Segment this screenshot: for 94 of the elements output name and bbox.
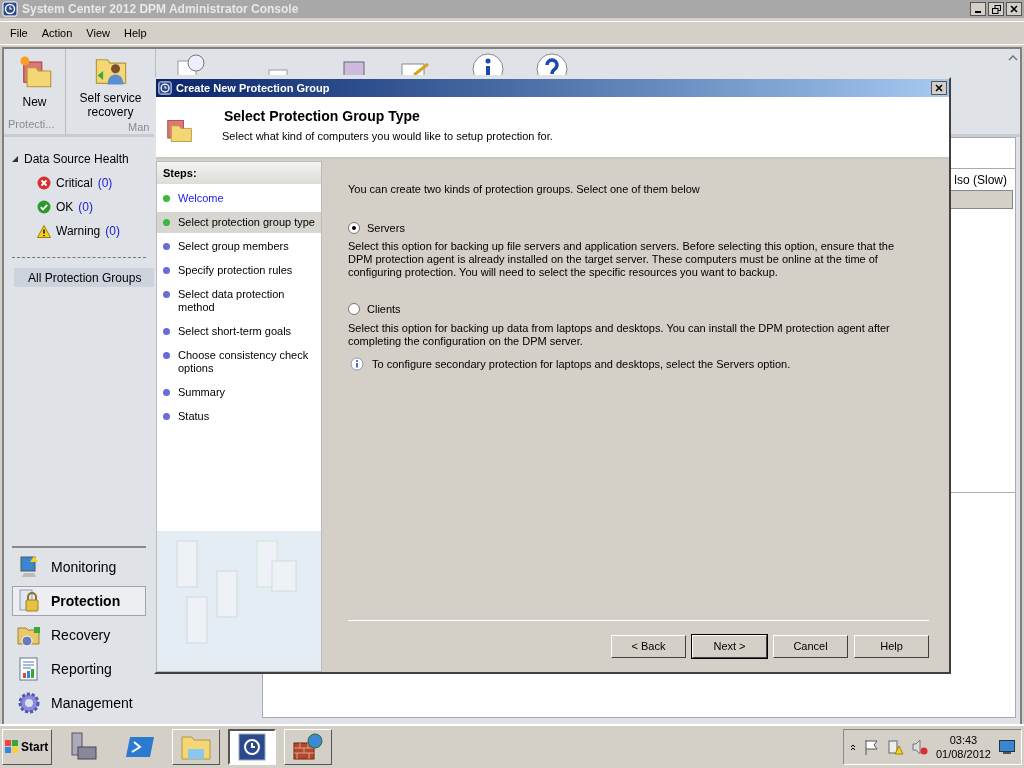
warning-icon — [37, 224, 51, 238]
wizard-step[interactable]: Choose consistency check options — [157, 345, 321, 379]
edit-list-icon — [400, 63, 432, 75]
tree-item[interactable]: Warning — [56, 222, 101, 240]
monitor-icon — [17, 555, 41, 579]
dialog-button[interactable]: Next > — [692, 635, 767, 658]
nav-item[interactable]: Monitoring — [12, 552, 146, 582]
step-label: Select protection group type — [178, 216, 315, 229]
ribbon-group-label: Man — [127, 120, 151, 135]
error-icon — [37, 176, 51, 190]
nav-item[interactable]: Reporting — [12, 654, 146, 684]
ribbon-button-label[interactable]: New — [22, 93, 47, 111]
brick-wall-globe-icon — [292, 731, 324, 763]
info-icon — [350, 356, 364, 371]
menu-item[interactable]: Action — [41, 24, 73, 42]
intro-text: You can create two kinds of protection groups. Select one of them below — [348, 182, 701, 197]
clock-date[interactable]: 01/08/2012 — [935, 747, 991, 761]
dialog-button[interactable]: < Back — [611, 635, 686, 658]
step-label: Select short-term goals — [178, 325, 292, 338]
flag-icon[interactable] — [863, 739, 880, 755]
report-icon — [17, 657, 41, 681]
taskbar-button[interactable] — [228, 729, 276, 765]
close-icon — [1010, 5, 1018, 13]
clock-icon — [2, 1, 18, 17]
clock-document-icon — [236, 731, 268, 763]
steps-header: Steps: — [157, 162, 321, 184]
step-label: Summary — [178, 386, 226, 399]
dialog-button[interactable]: Help — [854, 635, 929, 658]
minimize-button[interactable] — [970, 2, 986, 16]
nav-item[interactable]: Recovery — [12, 620, 146, 650]
close-button[interactable] — [931, 81, 947, 95]
server-toolbox-icon — [68, 731, 100, 763]
tree-item[interactable]: Critical — [56, 174, 93, 192]
wizard-step[interactable]: Welcome — [157, 188, 321, 209]
item-count[interactable]: (0) — [78, 198, 93, 216]
chevron-up-icon[interactable] — [849, 743, 856, 751]
check-icon — [37, 200, 51, 214]
radio-button[interactable] — [348, 221, 360, 234]
option-description: Select this option for backing up file servers and application servers. Before selecting this option, ensure that the DPM protection agent is already installed on the target server. These computers must be online at the time of configuring protection. You will need to select the specific resources you want to backup. — [348, 240, 896, 279]
step-label: Choose consistency check options — [178, 349, 310, 375]
step-label: Select data protection method — [178, 288, 286, 314]
wizard-step[interactable]: Select short-term goals — [157, 321, 321, 342]
item-count[interactable]: (0) — [105, 222, 120, 240]
wizard-step[interactable]: Select data protection method — [157, 284, 321, 318]
step-label: Status — [178, 410, 210, 423]
show-desktop-icon[interactable] — [999, 740, 1015, 754]
restore-button[interactable] — [988, 2, 1004, 16]
dialog-title: Create New Protection Group — [176, 80, 330, 96]
info-note: To configure secondary protection for laptops and desktops, select the Servers option. — [372, 356, 791, 372]
wizard-step[interactable]: Status — [157, 406, 321, 427]
wizard-step[interactable]: Select group members — [157, 236, 321, 257]
ribbon-button-label[interactable]: Self service recovery — [70, 91, 151, 119]
nav-item[interactable]: Protection — [12, 586, 146, 616]
wizard-step[interactable]: Specify protection rules — [157, 260, 321, 281]
nav-item[interactable]: Management — [12, 688, 146, 718]
restore-icon — [991, 4, 1001, 14]
menu-item[interactable]: View — [86, 24, 110, 42]
step-label: Welcome — [178, 192, 224, 205]
ribbon-group-label: Protecti... — [7, 116, 56, 132]
info-icon — [472, 53, 504, 75]
radio-button[interactable] — [348, 303, 360, 316]
menu-item[interactable]: Help — [123, 24, 147, 42]
collapse-icon[interactable] — [1008, 55, 1018, 61]
dialog-button[interactable]: Cancel — [773, 635, 848, 658]
item-count[interactable]: (0) — [97, 174, 113, 192]
tree-heading[interactable]: Data Source Health — [24, 150, 129, 168]
windows-logo-icon — [5, 740, 19, 754]
menu-item[interactable]: File — [10, 24, 28, 42]
padlock-icon — [17, 589, 41, 613]
window-title: System Center 2012 DPM Administrator Console — [22, 1, 299, 18]
radio-label[interactable]: Servers — [367, 219, 405, 236]
gear-icon — [17, 691, 41, 715]
tree-item[interactable]: All Protection Groups — [14, 268, 154, 287]
speaker-muted-icon[interactable] — [911, 739, 928, 755]
step-label: Specify protection rules — [178, 264, 293, 277]
close-button[interactable] — [1006, 2, 1022, 16]
folder-icon — [166, 117, 194, 145]
wizard-step[interactable]: Summary — [157, 382, 321, 403]
minimize-icon — [975, 11, 981, 13]
option-description: Select this option for backing up data from laptops and desktops. You can install the DPM protection agent after completing the configuration on the DPM server. — [348, 321, 891, 348]
tree-item[interactable]: OK — [56, 198, 74, 216]
step-label: Select group members — [178, 240, 289, 253]
start-button[interactable]: Start — [2, 729, 52, 765]
close-icon — [935, 84, 943, 92]
network-warning-icon[interactable] — [887, 739, 904, 755]
column-text: lso (Slow) — [954, 171, 1007, 189]
page-subheading: Select what kind of computers you would like to setup protection for. — [222, 129, 553, 144]
clock-icon — [158, 81, 172, 95]
page-heading: Select Protection Group Type — [224, 107, 421, 126]
help-icon — [536, 53, 568, 75]
expand-triangle-icon[interactable] — [12, 156, 18, 162]
clock-time[interactable]: 03:43 — [949, 733, 978, 747]
radio-label[interactable]: Clients — [367, 301, 401, 318]
wizard-step[interactable]: Select protection group type — [157, 212, 321, 233]
